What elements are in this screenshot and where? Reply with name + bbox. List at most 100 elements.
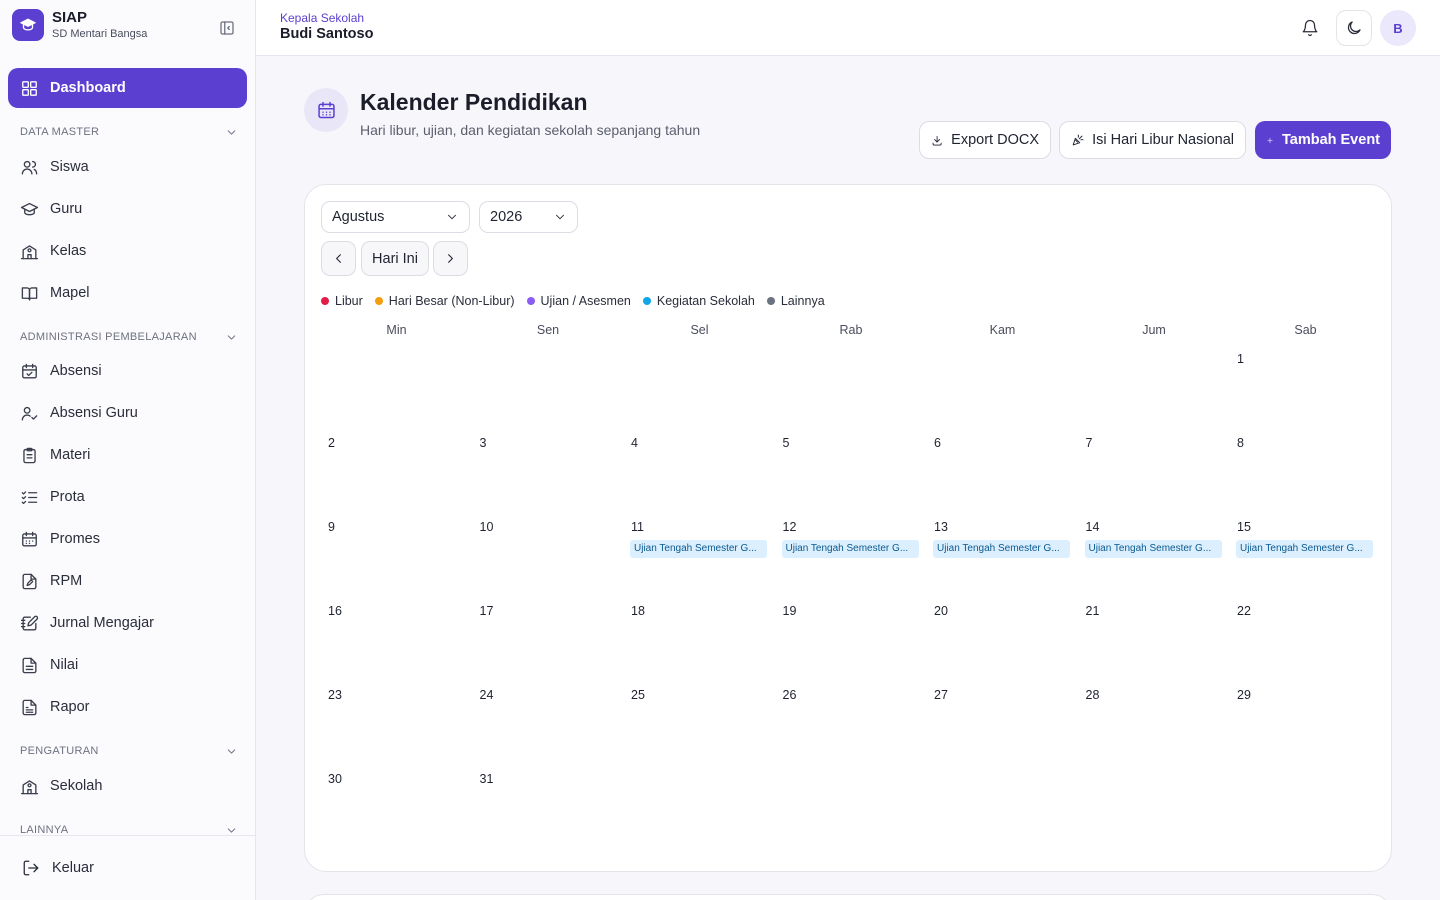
calendar-day-cell[interactable]: 17 <box>473 595 624 679</box>
chevron-down-icon <box>227 129 236 135</box>
avatar[interactable]: B <box>1380 10 1416 46</box>
month-value: Agustus <box>332 209 385 225</box>
calendar-event[interactable]: Ujian Tengah Semester G... <box>781 540 919 558</box>
day-number: 4 <box>631 436 638 450</box>
calendar-day-cell[interactable]: 28 <box>1079 679 1230 763</box>
legend-item: Libur <box>321 294 363 308</box>
calendar-day-cell[interactable]: 25 <box>624 679 775 763</box>
legend-dot <box>321 297 329 305</box>
day-number: 27 <box>934 688 948 702</box>
sidebar-item-mapel[interactable]: Mapel <box>8 273 247 313</box>
year-select[interactable]: 2026 <box>479 201 578 233</box>
fill-national-holidays-button[interactable]: Isi Hari Libur Nasional <box>1059 121 1246 159</box>
add-event-button[interactable]: Tambah Event <box>1255 121 1391 159</box>
chevron-down-icon <box>448 214 456 220</box>
top-header: Kepala Sekolah Budi Santoso B <box>256 0 1440 56</box>
day-number: 25 <box>631 688 645 702</box>
calendar-day-cell[interactable]: 3 <box>473 427 624 511</box>
calendar-day-cell[interactable]: 6 <box>927 427 1078 511</box>
calendar-day-cell[interactable]: 13 Ujian Tengah Semester G... <box>927 511 1078 595</box>
sidebar-item-sekolah[interactable]: Sekolah <box>8 766 247 806</box>
sidebar: SIAP SD Mentari Bangsa Dashboard DATA MA… <box>0 0 256 900</box>
section-pengaturan[interactable]: PENGATURAN <box>20 741 238 761</box>
secondary-card <box>304 894 1392 900</box>
legend-label: Ujian / Asesmen <box>540 294 631 308</box>
calendar-day-cell[interactable]: 9 <box>321 511 472 595</box>
sidebar-item-dashboard[interactable]: Dashboard <box>8 68 247 108</box>
sidebar-item-guru[interactable]: Guru <box>8 189 247 229</box>
sidebar-item-label: Nilai <box>50 657 79 673</box>
legend-dot <box>766 297 775 305</box>
sidebar-item-siswa[interactable]: Siswa <box>8 147 247 187</box>
day-number: 29 <box>1237 688 1251 702</box>
calendar-day-cell[interactable]: 11 Ujian Tengah Semester G... <box>624 511 775 595</box>
calendar-day-cell[interactable]: 24 <box>473 679 624 763</box>
sidebar-item-label: Guru <box>50 201 83 217</box>
notifications-button[interactable] <box>1292 10 1328 46</box>
month-select[interactable]: Agustus <box>321 201 470 233</box>
day-number: 20 <box>934 604 948 618</box>
calendar-day-cell[interactable]: 4 <box>624 427 775 511</box>
section-lainnya[interactable]: LAINNYA <box>20 820 238 834</box>
calendar-day-cell[interactable]: 20 <box>927 595 1078 679</box>
chevron-left-icon <box>336 254 341 263</box>
calendar-day-cell[interactable]: 1 <box>1230 343 1381 427</box>
calendar-day-cell[interactable]: 26 <box>776 679 927 763</box>
calendar-event[interactable]: Ujian Tengah Semester G... <box>933 540 1070 558</box>
day-number: 15 <box>1237 520 1251 534</box>
sidebar-item-rapor[interactable]: Rapor <box>8 687 247 727</box>
section-data-master[interactable]: DATA MASTER <box>20 122 238 142</box>
calendar-day-cell[interactable]: 5 <box>776 427 927 511</box>
calendar-day-cell[interactable]: 12 Ujian Tengah Semester G... <box>776 511 927 595</box>
today-button[interactable]: Hari Ini <box>361 241 429 276</box>
sidebar-item-materi[interactable]: Materi <box>8 435 247 475</box>
brand[interactable]: SIAP SD Mentari Bangsa <box>12 9 147 41</box>
sidebar-item-kelas[interactable]: Kelas <box>8 231 247 271</box>
calendar-day-cell[interactable]: 2 <box>321 427 472 511</box>
weekday-label: Sel <box>690 323 709 337</box>
weekday-header: Min Sen Sel Rab Kam Jum Sab <box>321 321 1377 343</box>
calendar-event[interactable]: Ujian Tengah Semester G... <box>1236 540 1373 558</box>
sidebar-item-prota[interactable]: Prota <box>8 477 247 517</box>
calendar-day-cell[interactable]: 8 <box>1230 427 1381 511</box>
export-docx-button[interactable]: Export DOCX <box>919 121 1051 159</box>
sidebar-item-label: Mapel <box>50 285 90 301</box>
logout-button[interactable]: Keluar <box>12 848 244 888</box>
sidebar-nav: Dashboard DATA MASTER Siswa Guru Kelas M… <box>0 68 256 834</box>
prev-month-button[interactable] <box>321 241 356 276</box>
file-edit-icon <box>22 573 37 589</box>
calendar-day-cell[interactable]: 23 <box>321 679 472 763</box>
day-number: 12 <box>782 520 797 534</box>
calendar-day-cell[interactable]: 19 <box>776 595 927 679</box>
calendar-day-cell[interactable]: 16 <box>321 595 472 679</box>
chevron-down-icon <box>227 748 236 754</box>
calendar-event[interactable]: Ujian Tengah Semester G... <box>630 540 767 558</box>
user-name: Budi Santoso <box>280 26 374 42</box>
calendar-day-cell[interactable]: 15 Ujian Tengah Semester G... <box>1230 511 1381 595</box>
sidebar-item-rpm[interactable]: RPM <box>8 561 247 601</box>
calendar-day-cell[interactable]: 27 <box>927 679 1078 763</box>
sidebar-item-jurnal[interactable]: Jurnal Mengajar <box>8 603 247 643</box>
event-legend: Libur Hari Besar (Non-Libur) Ujian / Asesm… <box>321 294 837 308</box>
sidebar-item-promes[interactable]: Promes <box>8 519 247 559</box>
party-popper-icon <box>1072 134 1084 145</box>
section-administrasi[interactable]: ADMINISTRASI PEMBELAJARAN <box>20 327 238 347</box>
sidebar-footer: Keluar <box>0 835 256 900</box>
theme-toggle-button[interactable] <box>1336 10 1372 46</box>
calendar-day-cell[interactable]: 10 <box>473 511 624 595</box>
sidebar-item-nilai[interactable]: Nilai <box>8 645 247 685</box>
calendar-day-cell[interactable]: 7 <box>1079 427 1230 511</box>
calendar-day-cell[interactable]: 14 Ujian Tengah Semester G... <box>1079 511 1230 595</box>
next-month-button[interactable] <box>433 241 468 276</box>
calendar-day-cell[interactable]: 22 <box>1230 595 1381 679</box>
calendar-day-cell[interactable]: 30 <box>321 763 472 847</box>
day-number: 11 <box>631 520 644 534</box>
calendar-day-cell[interactable]: 29 <box>1230 679 1381 763</box>
calendar-day-cell[interactable]: 21 <box>1079 595 1230 679</box>
calendar-day-cell[interactable]: 18 <box>624 595 775 679</box>
sidebar-item-absensi[interactable]: Absensi <box>8 351 247 391</box>
calendar-event[interactable]: Ujian Tengah Semester G... <box>1084 540 1222 558</box>
calendar-day-cell[interactable]: 31 <box>473 763 624 847</box>
sidebar-item-absensi-guru[interactable]: Absensi Guru <box>8 393 247 433</box>
sidebar-collapse-button[interactable] <box>216 17 238 39</box>
